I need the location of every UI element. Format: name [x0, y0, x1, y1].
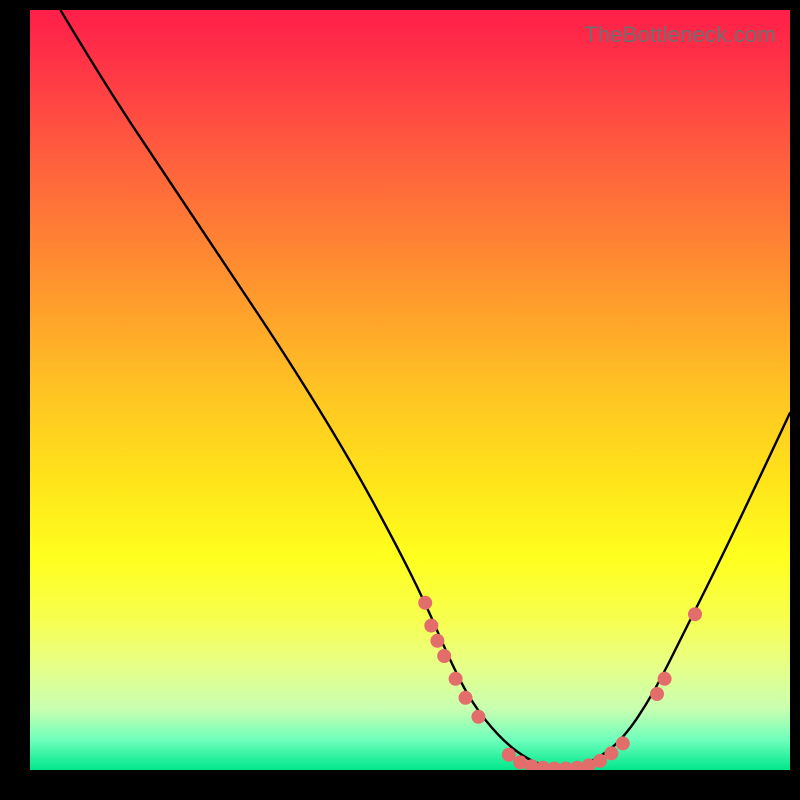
data-point — [658, 672, 672, 686]
chart-overlay — [30, 10, 790, 770]
data-points — [418, 596, 702, 770]
data-point — [593, 754, 607, 768]
data-point — [604, 746, 618, 760]
data-point — [424, 619, 438, 633]
data-point — [418, 596, 432, 610]
bottleneck-curve — [60, 10, 790, 768]
data-point — [459, 691, 473, 705]
data-point — [437, 649, 451, 663]
data-point — [650, 687, 664, 701]
data-point — [688, 607, 702, 621]
data-point — [616, 736, 630, 750]
data-point — [449, 672, 463, 686]
watermark-text: TheBottleneck.com — [584, 22, 776, 48]
plot-area — [30, 10, 790, 770]
data-point — [471, 710, 485, 724]
data-point — [430, 634, 444, 648]
data-point — [502, 748, 516, 762]
chart-frame: TheBottleneck.com — [30, 10, 790, 790]
